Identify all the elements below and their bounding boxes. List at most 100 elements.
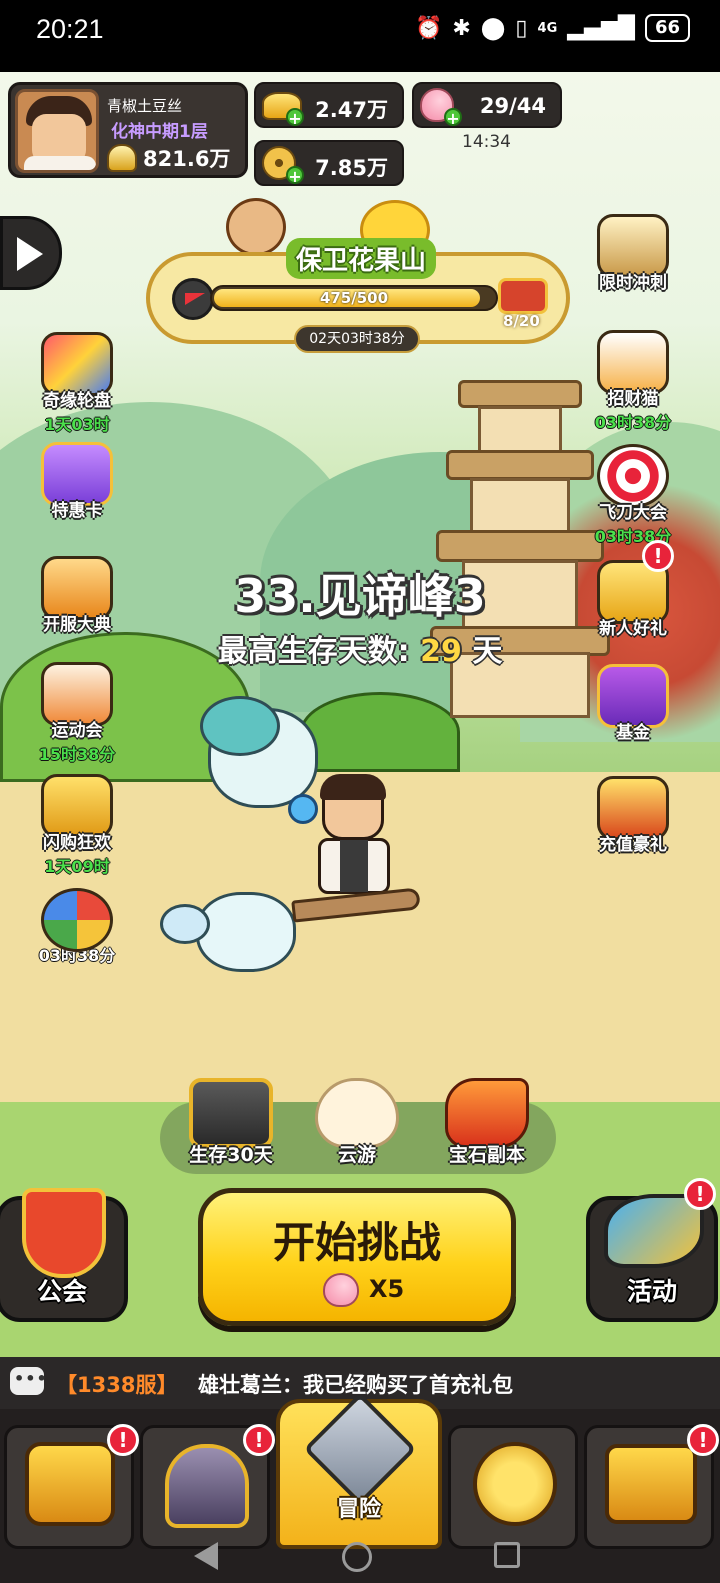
- player-power: 821.6万: [107, 143, 230, 173]
- player-name: 青椒土豆丝: [107, 97, 183, 115]
- menu-label: 充值豪礼: [599, 835, 667, 855]
- menu-timer: 03时38分: [594, 527, 672, 546]
- menu-sports-meet[interactable]: 运动会 15时38分: [22, 662, 132, 765]
- stamina-timer: 14:34: [462, 132, 511, 152]
- menu-timer: 03时38分: [594, 413, 672, 432]
- wheel-coin-icon: [41, 888, 113, 952]
- player-rank: 化神中期1层: [111, 122, 208, 142]
- add-gold-icon[interactable]: +: [286, 108, 304, 127]
- nav-upgrade[interactable]: [448, 1425, 578, 1549]
- battery-icon: 66: [644, 14, 690, 42]
- menu-timer: 15时38分: [38, 745, 116, 764]
- bush: [300, 692, 460, 772]
- dragon-icon: [445, 1078, 529, 1148]
- menu-special-card[interactable]: 特惠卡: [22, 442, 132, 521]
- back-icon[interactable]: [194, 1542, 218, 1570]
- event-chest-icon[interactable]: [498, 278, 548, 314]
- location-icon: ⬤: [480, 15, 506, 41]
- stamina-value: 29/44: [479, 94, 546, 118]
- notification-badge: !: [107, 1424, 139, 1456]
- menu-label: 基金: [616, 723, 650, 743]
- nav-label: 冒险: [336, 1497, 381, 1522]
- menu-timer: 1天03时: [44, 415, 110, 434]
- mode-label: 云游: [337, 1144, 376, 1166]
- nav-treasure[interactable]: !: [584, 1424, 719, 1549]
- mode-survive-30[interactable]: 生存30天: [176, 1078, 286, 1167]
- player-profile[interactable]: 青椒土豆丝 化神中期1层 821.6万: [8, 82, 248, 178]
- add-coin-icon[interactable]: +: [286, 166, 304, 185]
- cloud-tail: [160, 904, 210, 944]
- peach-icon: [323, 1273, 359, 1307]
- chat-message: 雄壮葛兰：我已经购买了首充礼包: [198, 1373, 513, 1397]
- status-icons: ⏰ ✱ ⬤ ▯ 4G ▂▄▆█ 66: [415, 14, 690, 42]
- shop-icon: [25, 1442, 115, 1526]
- network-label: 4G: [537, 20, 558, 36]
- menu-label: 飞刀大会: [599, 503, 667, 523]
- recents-icon[interactable]: [494, 1542, 520, 1568]
- power-value: 821.6万: [143, 147, 231, 171]
- coin-counter[interactable]: + 7.85万: [254, 140, 404, 186]
- start-label: 开始挑战: [272, 1218, 441, 1267]
- menu-fund[interactable]: 基金: [578, 664, 688, 743]
- event-progress-bar: 475/500: [210, 285, 498, 311]
- menu-label: 运动会: [51, 721, 103, 741]
- nav-adventure[interactable]: 冒险: [276, 1392, 442, 1549]
- activity-button[interactable]: 活动 !: [586, 1178, 718, 1322]
- alarm-icon: ⏰: [414, 15, 443, 41]
- menu-timer: 1天09时: [44, 857, 110, 876]
- best-survival: 最高生存天数: 29 天: [0, 626, 720, 670]
- menu-label: 奇缘轮盘: [43, 391, 111, 411]
- survival-unit: 天: [472, 634, 503, 669]
- status-time: 20:21: [36, 14, 104, 44]
- menu-flash-sale[interactable]: 闪购狂欢 1天09时: [22, 774, 132, 877]
- add-stamina-icon[interactable]: +: [444, 108, 462, 127]
- guild-banner-icon: [22, 1188, 106, 1278]
- upgrade-arrow-icon: [473, 1442, 557, 1526]
- progress-text: 475/500: [319, 289, 389, 307]
- stamina-counter[interactable]: + 29/44: [412, 82, 562, 128]
- helmet-icon: [107, 144, 137, 172]
- start-challenge-button[interactable]: 开始挑战 X5: [198, 1188, 516, 1326]
- chat-icon: [10, 1367, 48, 1395]
- menu-label: 限时冲刺: [599, 273, 667, 293]
- mode-gem-dungeon[interactable]: 宝石副本: [432, 1078, 542, 1167]
- menu-label: 闪购狂欢: [43, 833, 111, 853]
- mode-label: 宝石副本: [448, 1144, 525, 1166]
- notification-badge: !: [684, 1178, 716, 1210]
- menu-label: 招财猫: [607, 389, 659, 409]
- chat-server: 【1338服】: [56, 1373, 178, 1397]
- vibrate-icon: ▯: [515, 15, 528, 41]
- wolf-mane: [200, 696, 280, 756]
- signal-icon: ▂▄▆█: [567, 15, 635, 41]
- stage-name: 33.见谛峰3: [234, 569, 486, 623]
- menu-fortune-wheel[interactable]: 03时38分: [22, 888, 132, 966]
- nav-shop[interactable]: !: [4, 1424, 139, 1549]
- menu-time-sprint[interactable]: 限时冲刺: [578, 214, 688, 293]
- gold-value: 2.47万: [315, 98, 388, 122]
- gold-counter[interactable]: + 2.47万: [254, 82, 404, 128]
- start-cost: X5: [369, 1275, 405, 1303]
- guild-button[interactable]: 公会: [0, 1188, 128, 1322]
- menu-knife-contest[interactable]: 飞刀大会 03时38分: [578, 444, 688, 547]
- chest-icon: [605, 1444, 697, 1524]
- guild-label: 公会: [36, 1277, 87, 1306]
- coin-value: 7.85万: [315, 156, 388, 180]
- helmet-icon: [165, 1444, 249, 1528]
- notification-badge: !: [243, 1424, 275, 1456]
- bluetooth-icon: ✱: [452, 15, 471, 41]
- menu-fortune-cat[interactable]: 招财猫 03时38分: [578, 330, 688, 433]
- menu-recharge-gift[interactable]: 充值豪礼: [578, 776, 688, 855]
- cloud-icon: [315, 1078, 399, 1148]
- chest-icon: [189, 1078, 273, 1148]
- mode-wander[interactable]: 云游: [302, 1078, 412, 1167]
- survival-label: 最高生存天数:: [217, 634, 410, 669]
- survival-days: 29: [420, 634, 462, 669]
- menu-lucky-wheel[interactable]: 奇缘轮盘 1天03时: [22, 332, 132, 435]
- event-countdown: 02天03时38分: [294, 325, 420, 353]
- nav-equipment[interactable]: !: [140, 1424, 275, 1549]
- home-icon[interactable]: [342, 1542, 372, 1572]
- play-icon: [17, 237, 43, 271]
- crossed-swords-icon: [303, 1392, 417, 1506]
- flag-icon: [172, 278, 214, 320]
- avatar[interactable]: [15, 89, 99, 173]
